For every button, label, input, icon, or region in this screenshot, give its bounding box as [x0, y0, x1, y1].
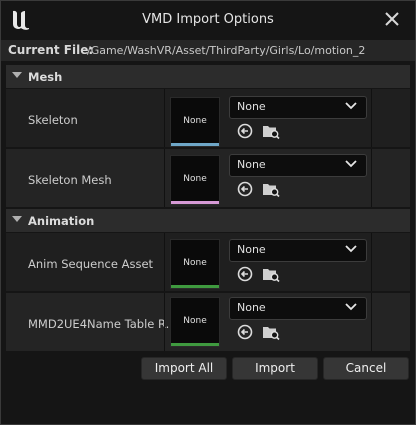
import-all-button[interactable]: Import All	[141, 357, 227, 380]
combo-value: None	[237, 301, 266, 314]
asset-picker-combo[interactable]: None	[229, 96, 367, 119]
section-title: Animation	[28, 214, 95, 228]
thumbnail-text: None	[183, 116, 207, 126]
window-title: VMD Import Options	[142, 12, 274, 27]
asset-thumbnail[interactable]: None	[170, 155, 220, 205]
collapse-arrow-icon[interactable]	[12, 216, 22, 222]
property-label: Skeleton	[28, 113, 78, 127]
asset-thumbnail[interactable]: None	[170, 239, 220, 289]
asset-thumbnail[interactable]: None	[170, 97, 220, 147]
thumbnail-text: None	[183, 316, 207, 326]
current-file-bar: Current File: /Game/WashVR/Asset/ThirdPa…	[1, 40, 415, 61]
section-header-animation[interactable]: Animation	[6, 209, 410, 232]
use-selected-arrow-icon[interactable]	[236, 122, 254, 140]
thumbnail-text: None	[183, 174, 207, 184]
section-header-mesh[interactable]: Mesh	[6, 65, 410, 88]
browse-folder-icon[interactable]	[262, 265, 280, 283]
asset-thumbnail[interactable]: None	[170, 297, 220, 347]
combo-value: None	[237, 158, 266, 171]
import-button[interactable]: Import	[232, 357, 318, 380]
chevron-down-icon	[345, 102, 357, 110]
asset-picker-combo[interactable]: None	[229, 154, 367, 177]
use-selected-arrow-icon[interactable]	[236, 265, 254, 283]
browse-folder-icon[interactable]	[262, 122, 280, 140]
current-file-label: Current File:	[8, 43, 94, 57]
combo-value: None	[237, 243, 266, 256]
collapse-arrow-icon[interactable]	[12, 72, 22, 78]
cancel-button[interactable]: Cancel	[323, 357, 409, 380]
asset-type-color-bar	[171, 143, 219, 146]
chevron-down-icon	[345, 245, 357, 253]
section-title: Mesh	[28, 70, 63, 84]
browse-folder-icon[interactable]	[262, 323, 280, 341]
close-icon[interactable]	[381, 8, 403, 30]
combo-value: None	[237, 100, 266, 113]
asset-type-color-bar	[171, 343, 219, 346]
asset-picker-combo[interactable]: None	[229, 239, 367, 262]
thumbnail-text: None	[183, 258, 207, 268]
asset-type-color-bar	[171, 285, 219, 288]
use-selected-arrow-icon[interactable]	[236, 323, 254, 341]
asset-picker-combo[interactable]: None	[229, 297, 367, 320]
property-label: MMD2UE4Name Table R...	[28, 317, 177, 331]
current-file-path: /Game/WashVR/Asset/ThirdParty/Girls/Lo/m…	[87, 44, 366, 57]
property-label: Anim Sequence Asset	[28, 257, 154, 271]
browse-folder-icon[interactable]	[262, 180, 280, 198]
property-label: Skeleton Mesh	[28, 173, 112, 187]
import-options-window: VMD Import Options Current File: /Game/W…	[0, 0, 416, 425]
asset-type-color-bar	[171, 201, 219, 204]
chevron-down-icon	[345, 303, 357, 311]
chevron-down-icon	[345, 160, 357, 168]
use-selected-arrow-icon[interactable]	[236, 180, 254, 198]
title-bar: VMD Import Options	[1, 1, 415, 39]
